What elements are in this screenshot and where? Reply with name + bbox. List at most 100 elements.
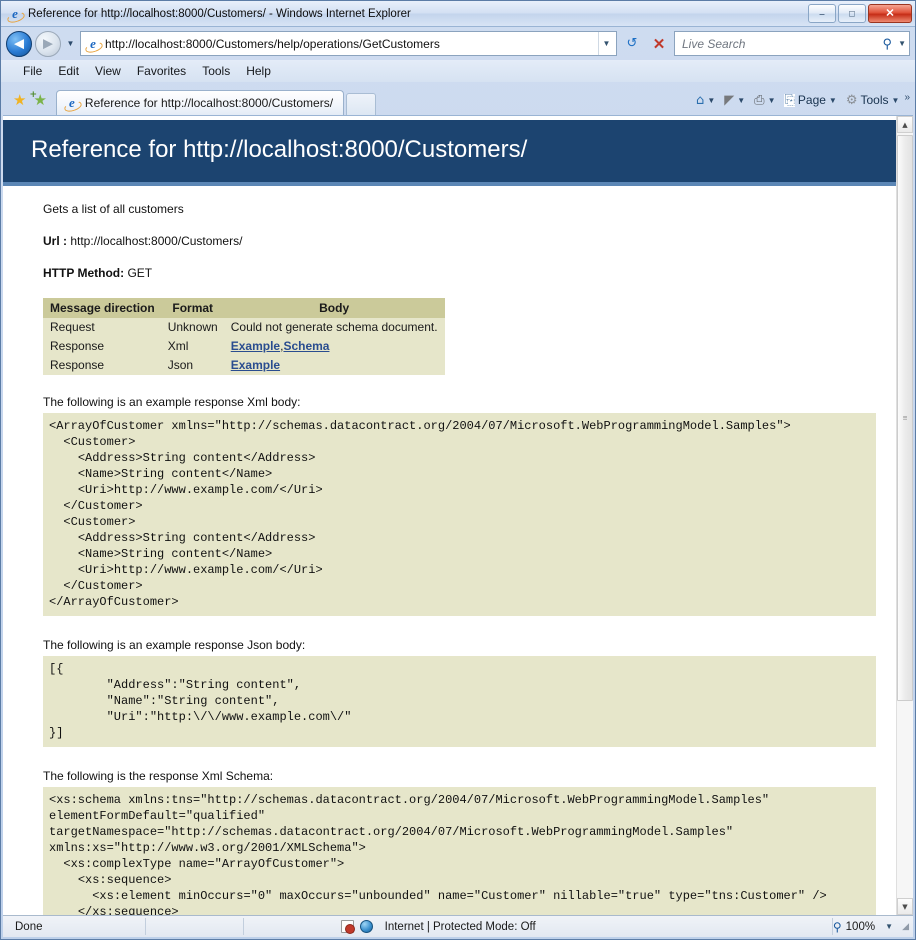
- url-bar[interactable]: e http://localhost:8000/Customers/help/o…: [80, 31, 617, 56]
- xml-schema-code: <xs:schema xmlns:tns="http://schemas.dat…: [43, 787, 876, 915]
- home-button[interactable]: ⌂ ▼: [692, 92, 719, 109]
- print-caret-icon[interactable]: ▼: [768, 96, 776, 105]
- tools-caret-icon[interactable]: ▼: [892, 96, 900, 105]
- back-button[interactable]: ◀: [6, 31, 32, 57]
- tab-title: Reference for http://localhost:8000/Cust…: [85, 96, 333, 110]
- address-bar: ◀ ▶ ▼ e http://localhost:8000/Customers/…: [1, 27, 915, 60]
- search-input[interactable]: Live Search: [682, 37, 879, 51]
- scrollbar-thumb[interactable]: ≡: [897, 135, 913, 701]
- refresh-button[interactable]: ↺: [620, 31, 644, 56]
- scroll-down-button[interactable]: ▼: [897, 898, 913, 915]
- rss-icon: ◤: [724, 94, 734, 107]
- table-row: Request Unknown Could not generate schem…: [44, 318, 445, 337]
- status-spacer-right: [542, 916, 833, 937]
- printer-icon: ⎙: [754, 94, 764, 107]
- cell-direction: Request: [44, 318, 162, 337]
- menu-edit[interactable]: Edit: [50, 62, 87, 80]
- title-bar: e Reference for http://localhost:8000/Cu…: [1, 1, 915, 27]
- internet-zone-icon: [360, 920, 374, 934]
- page-caret-icon[interactable]: ▼: [829, 96, 837, 105]
- stop-button[interactable]: ✕: [647, 31, 671, 56]
- method-line: HTTP Method: GET: [43, 266, 876, 280]
- xml-schema-caption: The following is the response Xml Schema…: [43, 769, 876, 783]
- new-tab-button[interactable]: [346, 93, 376, 115]
- forward-button[interactable]: ▶: [35, 31, 61, 57]
- popup-blocked-icon[interactable]: [341, 920, 355, 934]
- cell-format: Xml: [161, 337, 224, 356]
- xml-example-caption: The following is an example response Xml…: [43, 395, 876, 409]
- zoom-caret-icon[interactable]: ▼: [879, 922, 893, 931]
- command-overflow-icon[interactable]: »: [904, 91, 910, 103]
- link-schema-xml[interactable]: Schema: [283, 339, 329, 353]
- header-body: Body: [224, 299, 444, 318]
- page-favicon-icon: e: [85, 36, 101, 52]
- recent-pages-dropdown[interactable]: ▼: [64, 39, 77, 48]
- operation-description: Gets a list of all customers: [43, 202, 876, 216]
- json-example-code: [{ "Address":"String content", "Name":"S…: [43, 656, 876, 747]
- feeds-button[interactable]: ◤ ▼: [720, 92, 749, 109]
- table-header-row: Message direction Format Body: [44, 299, 445, 318]
- scrollbar-grip-icon: ≡: [903, 417, 908, 420]
- search-provider-dropdown-icon[interactable]: ▼: [896, 39, 906, 48]
- cell-direction: Response: [44, 356, 162, 375]
- header-format: Format: [161, 299, 224, 318]
- command-bar: ⌂ ▼ ◤ ▼ ⎙ ▼ ⎘ Page ▼ ⚙ Tools ▼ »: [692, 91, 910, 115]
- search-box[interactable]: Live Search ⚲ ▼: [674, 31, 910, 56]
- security-zone-text[interactable]: Internet | Protected Mode: Off: [379, 916, 542, 937]
- page-banner: Reference for http://localhost:8000/Cust…: [3, 120, 896, 186]
- menu-bar: File Edit View Favorites Tools Help: [1, 60, 915, 82]
- print-button[interactable]: ⎙ ▼: [750, 92, 779, 109]
- window-controls: – □ ✕: [808, 4, 912, 23]
- url-value: http://localhost:8000/Customers/: [70, 234, 242, 248]
- home-icon: ⌂: [696, 94, 704, 107]
- maximize-button[interactable]: □: [838, 4, 866, 23]
- url-line: Url : http://localhost:8000/Customers/: [43, 234, 876, 248]
- link-example-xml[interactable]: Example: [231, 339, 280, 353]
- back-arrow-icon: ◀: [7, 37, 31, 50]
- add-to-favorites-icon[interactable]: ★: [33, 93, 46, 108]
- search-icon[interactable]: ⚲: [879, 36, 897, 52]
- gear-icon: ⚙: [846, 94, 858, 107]
- zoom-control[interactable]: ⚲ 100% ▼: [833, 920, 897, 934]
- menu-view[interactable]: View: [87, 62, 129, 80]
- message-table: Message direction Format Body Request Un…: [43, 298, 445, 375]
- page-content: Gets a list of all customers Url : http:…: [3, 186, 896, 915]
- feeds-caret-icon[interactable]: ▼: [737, 96, 745, 105]
- browser-tab[interactable]: e Reference for http://localhost:8000/Cu…: [56, 90, 344, 115]
- zoom-magnifier-icon: ⚲: [833, 920, 842, 934]
- menu-help[interactable]: Help: [238, 62, 279, 80]
- json-example-caption: The following is an example response Jso…: [43, 638, 876, 652]
- minimize-button[interactable]: –: [808, 4, 836, 23]
- menu-tools[interactable]: Tools: [194, 62, 238, 80]
- forward-arrow-icon: ▶: [36, 37, 60, 50]
- url-input[interactable]: http://localhost:8000/Customers/help/ope…: [105, 37, 598, 51]
- cell-body: Could not generate schema document.: [224, 318, 444, 337]
- header-message-direction: Message direction: [44, 299, 162, 318]
- tools-menu-button[interactable]: ⚙ Tools ▼: [842, 91, 904, 109]
- resize-grip-icon[interactable]: ◢: [897, 921, 909, 932]
- favorites-center-icon[interactable]: ★: [13, 93, 26, 108]
- ie-icon: e: [7, 6, 23, 22]
- scrollbar-track[interactable]: ≡: [897, 133, 913, 898]
- cell-format: Unknown: [161, 318, 224, 337]
- table-row: Response Json Example: [44, 356, 445, 375]
- link-example-json[interactable]: Example: [231, 358, 280, 372]
- cell-format: Json: [161, 356, 224, 375]
- menu-favorites[interactable]: Favorites: [129, 62, 194, 80]
- url-dropdown-icon[interactable]: ▼: [598, 32, 614, 55]
- close-button[interactable]: ✕: [868, 4, 912, 23]
- method-value: GET: [127, 266, 152, 280]
- url-label: Url :: [43, 234, 67, 248]
- page-icon: ⎘: [784, 94, 794, 107]
- page-menu-button[interactable]: ⎘ Page ▼: [780, 91, 840, 109]
- document-body: Reference for http://localhost:8000/Cust…: [3, 116, 896, 915]
- status-text: Done: [7, 916, 49, 937]
- vertical-scrollbar[interactable]: ▲ ≡ ▼: [896, 116, 913, 915]
- status-bar: Done Internet | Protected Mode: Off ⚲ 10…: [3, 915, 913, 937]
- menu-file[interactable]: File: [15, 62, 50, 80]
- scroll-up-button[interactable]: ▲: [897, 116, 913, 133]
- cell-direction: Response: [44, 337, 162, 356]
- favorites-buttons: ★ ★: [6, 93, 56, 115]
- zoom-level[interactable]: 100%: [846, 921, 875, 933]
- home-caret-icon[interactable]: ▼: [707, 96, 715, 105]
